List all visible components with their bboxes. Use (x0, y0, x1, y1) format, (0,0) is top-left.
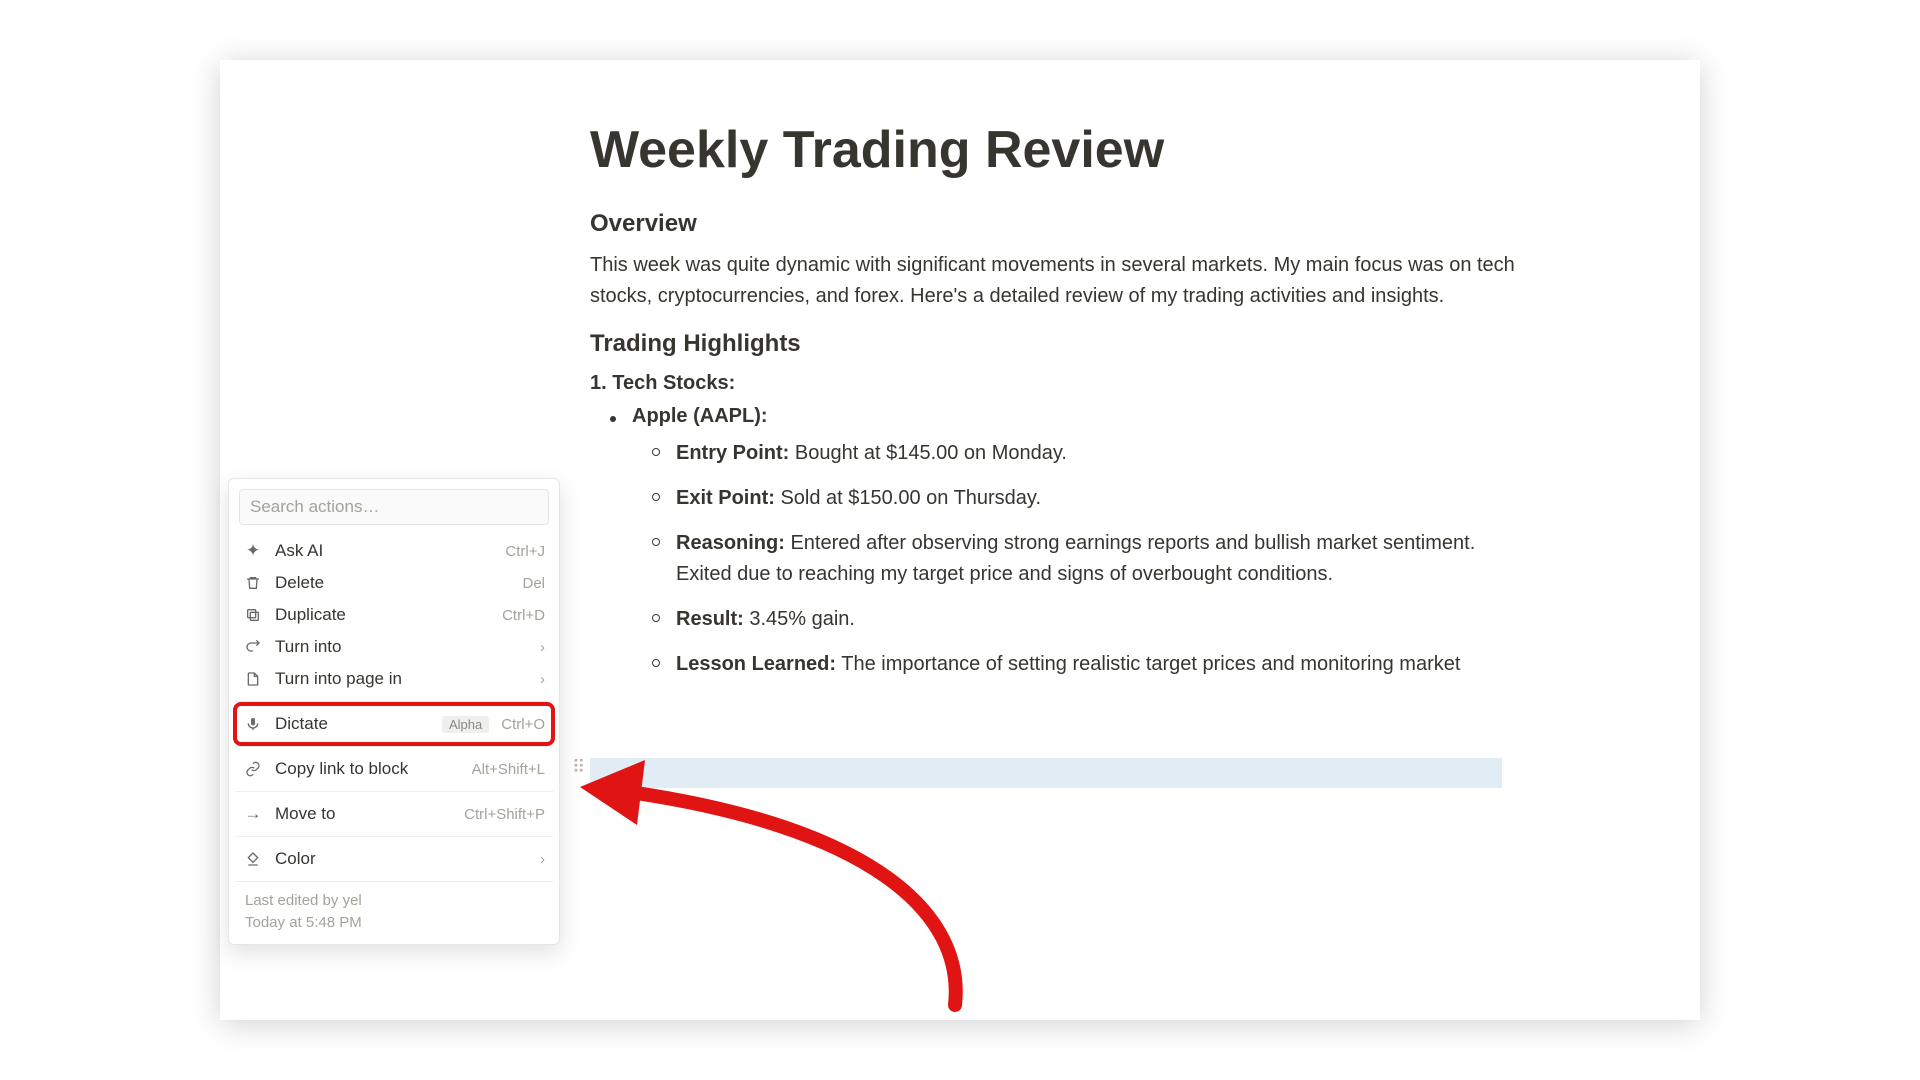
color-icon (243, 851, 263, 867)
heading-highlights: Trading Highlights (590, 330, 1520, 358)
menu-item-label: Color (275, 849, 528, 869)
overview-paragraph: This week was quite dynamic with signifi… (590, 250, 1520, 312)
block-drag-handle[interactable]: ⠿ (572, 763, 586, 771)
menu-item-shortcut: Del (522, 575, 545, 592)
annotation-arrow (575, 755, 1095, 1055)
sub-label: Lesson Learned: (676, 653, 836, 675)
sub-content: The importance of setting realistic targ… (836, 653, 1460, 675)
menu-item-color[interactable]: Color › (235, 843, 553, 875)
circle-bullet-icon (652, 448, 660, 456)
last-edited-time: Today at 5:48 PM (245, 912, 543, 934)
menu-footer: Last edited by yel Today at 5:48 PM (235, 881, 553, 938)
circle-bullet-icon (652, 538, 660, 546)
search-actions-input[interactable]: Search actions… (239, 489, 549, 525)
menu-item-shortcut: Ctrl+Shift+P (464, 806, 545, 823)
chevron-right-icon: › (540, 671, 545, 688)
selected-empty-block[interactable] (590, 758, 1502, 788)
page-icon (243, 671, 263, 687)
microphone-icon (243, 716, 263, 732)
numbered-item: 1. Tech Stocks: (590, 372, 1520, 395)
sub-item: Result: 3.45% gain. (652, 604, 1520, 635)
chevron-right-icon: › (540, 851, 545, 868)
menu-item-label: Copy link to block (275, 759, 460, 779)
bullet-text: Apple (AAPL): (632, 405, 768, 428)
page-title: Weekly Trading Review (590, 120, 1520, 180)
sub-content: Sold at $150.00 on Thursday. (775, 487, 1041, 509)
menu-item-label: Move to (275, 804, 452, 824)
menu-item-label: Turn into (275, 637, 528, 657)
circle-bullet-icon (652, 614, 660, 622)
bullet-item: Apple (AAPL): (610, 405, 1520, 428)
turn-into-icon (243, 639, 263, 655)
menu-item-label: Ask AI (275, 541, 493, 561)
menu-item-shortcut: Ctrl+O (501, 716, 545, 733)
sub-content: 3.45% gain. (744, 608, 855, 630)
arrow-right-icon: → (243, 804, 263, 824)
menu-item-delete[interactable]: Delete Del (235, 567, 553, 599)
menu-item-turn-into[interactable]: Turn into › (235, 631, 553, 663)
menu-item-shortcut: Ctrl+D (502, 607, 545, 624)
menu-item-turn-into-page[interactable]: Turn into page in › (235, 663, 553, 695)
menu-item-label: Turn into page in (275, 669, 528, 689)
trash-icon (243, 575, 263, 591)
alpha-badge: Alpha (442, 716, 489, 733)
bullet-dot-icon (610, 416, 616, 422)
last-edited-by: Last edited by yel (245, 890, 543, 912)
circle-bullet-icon (652, 493, 660, 501)
sub-item: Entry Point: Bought at $145.00 on Monday… (652, 438, 1520, 469)
menu-item-label: Delete (275, 573, 510, 593)
sub-content: Bought at $145.00 on Monday. (789, 442, 1067, 464)
sub-label: Reasoning: (676, 532, 785, 554)
sub-item: Lesson Learned: The importance of settin… (652, 649, 1520, 680)
sub-label: Exit Point: (676, 487, 775, 509)
menu-item-copy-link[interactable]: Copy link to block Alt+Shift+L (235, 753, 553, 785)
menu-item-label: Dictate (275, 714, 428, 734)
menu-item-dictate[interactable]: Dictate Alpha Ctrl+O (235, 708, 553, 740)
chevron-right-icon: › (540, 639, 545, 656)
menu-item-shortcut: Ctrl+J (505, 543, 545, 560)
menu-item-label: Duplicate (275, 605, 490, 625)
app-frame: ⠿ Weekly Trading Review Overview This we… (220, 60, 1700, 1020)
sparkle-icon: ✦ (243, 541, 263, 561)
menu-item-ask-ai[interactable]: ✦ Ask AI Ctrl+J (235, 535, 553, 567)
menu-item-shortcut: Alt+Shift+L (472, 761, 545, 778)
sub-content: Entered after observing strong earnings … (676, 532, 1475, 585)
document-body: Weekly Trading Review Overview This week… (590, 120, 1520, 694)
sub-label: Entry Point: (676, 442, 789, 464)
heading-overview: Overview (590, 210, 1520, 238)
sub-item: Exit Point: Sold at $150.00 on Thursday. (652, 483, 1520, 514)
menu-item-duplicate[interactable]: Duplicate Ctrl+D (235, 599, 553, 631)
sub-item: Reasoning: Entered after observing stron… (652, 528, 1520, 590)
link-icon (243, 761, 263, 777)
circle-bullet-icon (652, 659, 660, 667)
sub-label: Result: (676, 608, 744, 630)
menu-item-move-to[interactable]: → Move to Ctrl+Shift+P (235, 798, 553, 830)
block-actions-menu: Search actions… ✦ Ask AI Ctrl+J Delete D… (228, 478, 560, 945)
duplicate-icon (243, 607, 263, 623)
